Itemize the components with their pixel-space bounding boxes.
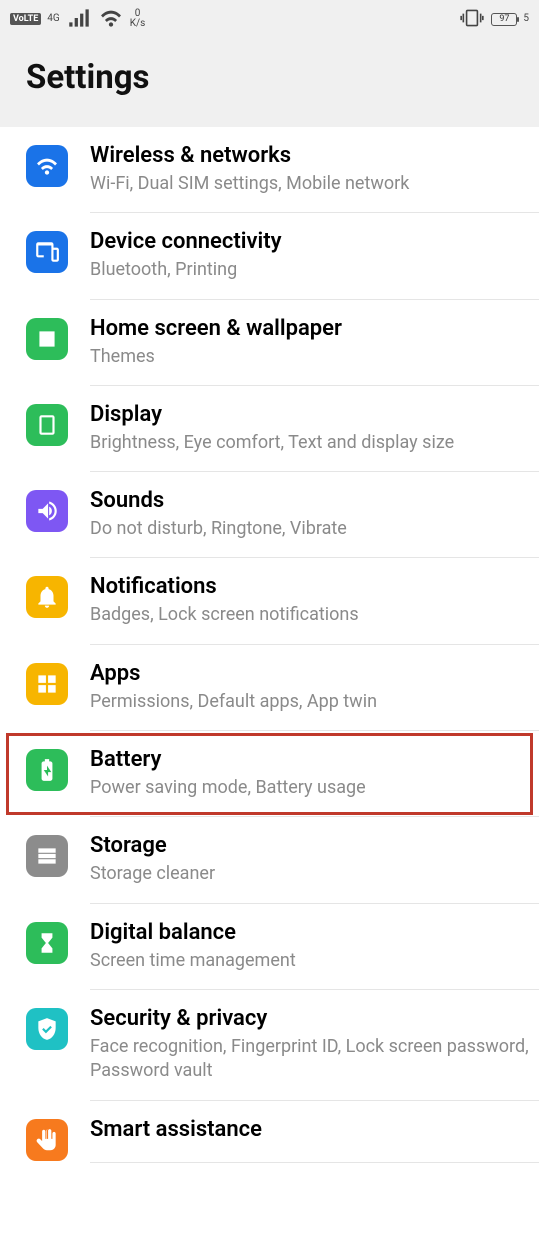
item-body: Sounds Do not disturb, Ringtone, Vibrate (90, 488, 539, 558)
devices-icon (26, 231, 68, 273)
item-title: Apps (90, 661, 529, 686)
item-subtitle: Bluetooth, Printing (90, 258, 529, 282)
page-header: Settings (0, 38, 539, 127)
item-title: Storage (90, 833, 529, 858)
item-title: Battery (90, 747, 529, 772)
storage-icon (26, 835, 68, 877)
settings-item-apps[interactable]: Apps Permissions, Default apps, App twin (0, 645, 539, 731)
signal-icon (66, 5, 92, 34)
item-subtitle: Power saving mode, Battery usage (90, 776, 529, 800)
network-type: 4G (47, 14, 59, 24)
item-body: Smart assistance (90, 1117, 539, 1163)
vibrate-icon (459, 5, 485, 34)
item-body: Security & privacy Face recognition, Fing… (90, 1006, 539, 1101)
item-subtitle: Face recognition, Fingerprint ID, Lock s… (90, 1035, 529, 1084)
item-subtitle: Screen time management (90, 949, 529, 973)
settings-item-notifications[interactable]: Notifications Badges, Lock screen notific… (0, 558, 539, 644)
item-title: Digital balance (90, 920, 529, 945)
item-title: Security & privacy (90, 1006, 529, 1031)
wallpaper-icon (26, 318, 68, 360)
battery-status-icon: 97 (491, 13, 517, 26)
item-subtitle: Do not disturb, Ringtone, Vibrate (90, 517, 529, 541)
item-body: Apps Permissions, Default apps, App twin (90, 661, 539, 731)
display-icon (26, 404, 68, 446)
apps-icon (26, 663, 68, 705)
item-title: Display (90, 402, 529, 427)
sound-icon (26, 490, 68, 532)
net-speed: 0 K/s (130, 9, 146, 29)
wifi-status-icon (98, 5, 124, 34)
settings-item-smart-assistance[interactable]: Smart assistance (0, 1101, 539, 1177)
item-subtitle: Brightness, Eye comfort, Text and displa… (90, 431, 529, 455)
item-body: Battery Power saving mode, Battery usage (90, 747, 539, 817)
item-title: Smart assistance (90, 1117, 529, 1142)
status-right: 97 5 (459, 5, 529, 34)
hand-icon (26, 1119, 68, 1161)
hourglass-icon (26, 922, 68, 964)
item-body: Notifications Badges, Lock screen notific… (90, 574, 539, 644)
settings-item-device-connectivity[interactable]: Device connectivity Bluetooth, Printing (0, 213, 539, 299)
item-title: Device connectivity (90, 229, 529, 254)
item-subtitle: Wi-Fi, Dual SIM settings, Mobile network (90, 172, 529, 196)
settings-item-security-privacy[interactable]: Security & privacy Face recognition, Fing… (0, 990, 539, 1101)
status-extra: 5 (523, 14, 529, 24)
status-left: VoLTE 4G 0 K/s (10, 5, 145, 34)
status-bar: VoLTE 4G 0 K/s 97 5 (0, 0, 539, 38)
item-body: Home screen & wallpaper Themes (90, 316, 539, 386)
item-title: Home screen & wallpaper (90, 316, 529, 341)
item-body: Device connectivity Bluetooth, Printing (90, 229, 539, 299)
settings-item-wireless-networks[interactable]: Wireless & networks Wi-Fi, Dual SIM setti… (0, 127, 539, 213)
item-subtitle: Badges, Lock screen notifications (90, 603, 529, 627)
item-body: Digital balance Screen time management (90, 920, 539, 990)
settings-item-storage[interactable]: Storage Storage cleaner (0, 817, 539, 903)
item-subtitle: Permissions, Default apps, App twin (90, 690, 529, 714)
item-body: Storage Storage cleaner (90, 833, 539, 903)
item-title: Notifications (90, 574, 529, 599)
bell-icon (26, 576, 68, 618)
item-body: Wireless & networks Wi-Fi, Dual SIM setti… (90, 143, 539, 213)
item-subtitle: Themes (90, 345, 529, 369)
item-title: Sounds (90, 488, 529, 513)
settings-item-home-screen-wallpaper[interactable]: Home screen & wallpaper Themes (0, 300, 539, 386)
settings-item-display[interactable]: Display Brightness, Eye comfort, Text and… (0, 386, 539, 472)
volte-badge: VoLTE (10, 13, 41, 25)
wifi-icon (26, 145, 68, 187)
settings-item-battery[interactable]: Battery Power saving mode, Battery usage (0, 731, 539, 817)
item-body: Display Brightness, Eye comfort, Text and… (90, 402, 539, 472)
settings-item-digital-balance[interactable]: Digital balance Screen time management (0, 904, 539, 990)
settings-item-sounds[interactable]: Sounds Do not disturb, Ringtone, Vibrate (0, 472, 539, 558)
battery-icon (26, 749, 68, 791)
shield-icon (26, 1008, 68, 1050)
page-title: Settings (26, 58, 513, 97)
item-subtitle: Storage cleaner (90, 862, 529, 886)
settings-list: Wireless & networks Wi-Fi, Dual SIM setti… (0, 127, 539, 1177)
item-title: Wireless & networks (90, 143, 529, 168)
